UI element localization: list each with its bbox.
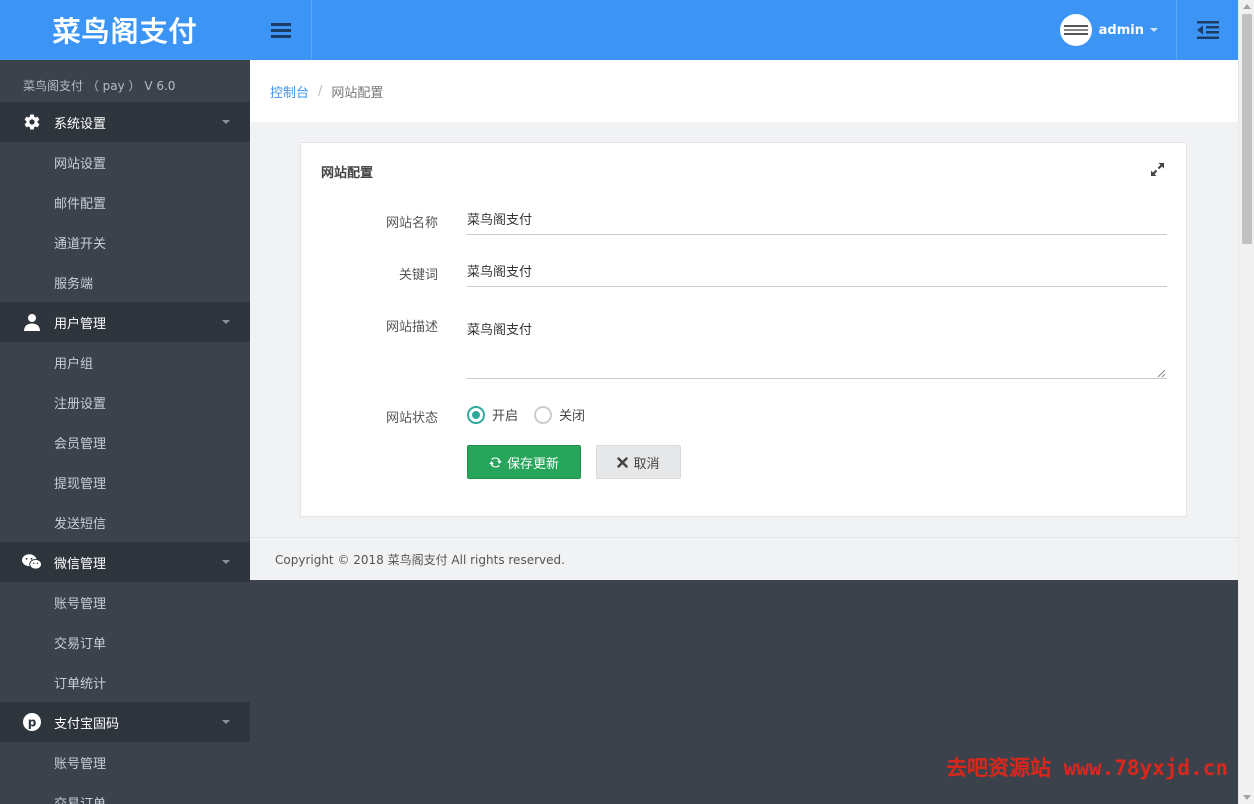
chevron-down-icon	[222, 560, 230, 564]
status-open-radio[interactable]	[467, 405, 485, 424]
outdent-icon	[1196, 21, 1219, 39]
chevron-down-icon	[222, 720, 230, 724]
sidebar-item-site-settings[interactable]: 网站设置	[0, 142, 250, 182]
site-name-label: 网站名称	[385, 216, 438, 231]
sidebar-item-channel-switch[interactable]: 通道开关	[0, 222, 250, 262]
watermark: 去吧资源站 www.78yxjd.cn	[945, 756, 1228, 780]
sidebar-item-alipay-accounts[interactable]: 账号管理	[0, 742, 250, 782]
panel-title: 网站配置	[321, 166, 374, 181]
site-name-input[interactable]	[467, 203, 1167, 235]
chevron-down-icon	[222, 120, 230, 124]
save-button-label: 保存更新	[506, 456, 559, 472]
site-status-label: 网站状态	[385, 411, 438, 426]
site-config-panel: 网站配置 网站名称 关键词 网站描述 菜鸟阁支付 网站状态 开启 关闭 保存更新	[300, 142, 1187, 517]
user-icon	[22, 312, 42, 332]
sidebar-group-wechat-management[interactable]: 微信管理	[0, 542, 250, 582]
footer: Copyright © 2018 菜鸟阁支付 All rights reserv…	[250, 537, 1238, 580]
version-label: 菜鸟阁支付 （ pay ） V 6.0	[23, 78, 176, 93]
sidebar-item-server[interactable]: 服务端	[0, 262, 250, 302]
avatar	[1059, 14, 1092, 46]
sidebar-item-order-stats[interactable]: 订单统计	[0, 662, 250, 702]
description-textarea[interactable]: 菜鸟阁支付	[467, 313, 1167, 379]
username: admin	[1098, 22, 1144, 38]
wechat-icon	[22, 552, 42, 572]
hamburger-icon	[270, 23, 291, 38]
top-navbar: admin	[250, 0, 1238, 60]
sidebar-item-mail-config[interactable]: 邮件配置	[0, 182, 250, 222]
breadcrumb-home-link[interactable]: 控制台	[270, 82, 309, 101]
sidebar-collapse-button[interactable]	[1176, 0, 1238, 60]
description-label: 网站描述	[385, 320, 438, 335]
expand-icon[interactable]	[1151, 163, 1164, 180]
chevron-down-icon	[1150, 28, 1158, 32]
sidebar-group-user-management[interactable]: 用户管理	[0, 302, 250, 342]
scrollbar-thumb[interactable]	[1242, 14, 1252, 244]
refresh-icon	[489, 456, 502, 469]
sidebar-item-wechat-orders[interactable]: 交易订单	[0, 622, 250, 662]
breadcrumb-current: 网站配置	[331, 85, 384, 101]
main-content: 控制台 / 网站配置 网站配置 网站名称 关键词 网站描述 菜鸟阁支付 网站状态…	[250, 60, 1238, 580]
sidebar-item-withdraw-management[interactable]: 提现管理	[0, 462, 250, 502]
svg-text:p: p	[28, 716, 37, 730]
sidebar-group-system-settings[interactable]: 系统设置	[0, 102, 250, 142]
sidebar-group-label: 微信管理	[54, 556, 107, 572]
status-closed-label[interactable]: 关闭	[559, 405, 585, 424]
resize-grip-icon[interactable]	[1157, 369, 1166, 378]
keywords-label: 关键词	[398, 268, 438, 283]
status-open-label[interactable]: 开启	[492, 405, 518, 424]
page-scrollbar[interactable]	[1238, 0, 1254, 804]
sidebar-item-send-sms[interactable]: 发送短信	[0, 502, 250, 542]
sidebar-group-label: 用户管理	[54, 316, 107, 332]
sidebar: 菜鸟阁支付 菜鸟阁支付 （ pay ） V 6.0 系统设置 网站设置 邮件配置…	[0, 0, 250, 804]
sidebar-group-label: 系统设置	[54, 116, 107, 132]
brand-logo[interactable]: 菜鸟阁支付	[0, 0, 250, 60]
sidebar-item-wechat-accounts[interactable]: 账号管理	[0, 582, 250, 622]
scroll-up-icon[interactable]	[1243, 4, 1251, 9]
sidebar-group-label: 支付宝固码	[54, 716, 120, 732]
breadcrumb: 控制台 / 网站配置	[250, 60, 1238, 122]
sidebar-item-member-management[interactable]: 会员管理	[0, 422, 250, 462]
sidebar-item-alipay-orders[interactable]: 交易订单	[0, 782, 250, 804]
sidebar-item-register-settings[interactable]: 注册设置	[0, 382, 250, 422]
breadcrumb-separator: /	[318, 83, 323, 99]
copyright-text: Copyright © 2018 菜鸟阁支付 All rights reserv…	[275, 552, 565, 567]
sidebar-group-alipay-fixed-code[interactable]: p 支付宝固码	[0, 702, 250, 742]
cancel-button-label: 取消	[633, 456, 660, 472]
status-closed-radio[interactable]	[534, 405, 553, 424]
gear-icon	[22, 112, 42, 132]
keywords-input[interactable]	[467, 255, 1167, 287]
user-menu[interactable]: admin	[1059, 0, 1158, 60]
save-button[interactable]: 保存更新	[467, 445, 581, 479]
sidebar-item-user-group[interactable]: 用户组	[0, 342, 250, 382]
cancel-button[interactable]: 取消	[596, 445, 681, 479]
site-status-radio-group: 开启 关闭	[467, 405, 601, 424]
pinterest-icon: p	[22, 712, 42, 732]
close-icon	[617, 456, 629, 468]
scroll-down-icon[interactable]	[1243, 795, 1251, 800]
chevron-down-icon	[222, 320, 230, 324]
menu-toggle-button[interactable]	[250, 0, 312, 60]
